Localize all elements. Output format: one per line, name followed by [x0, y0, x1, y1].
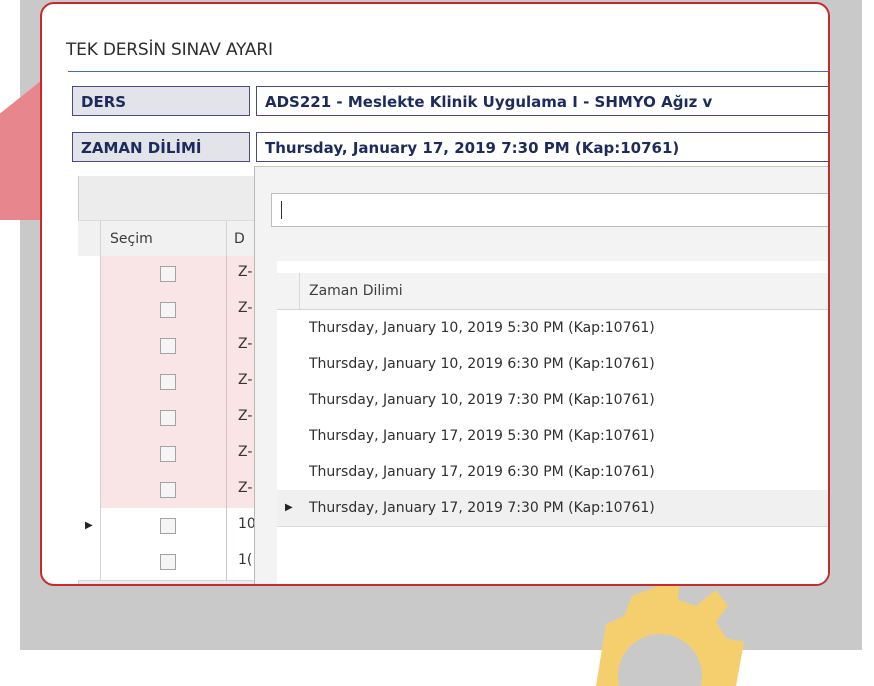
grid-row[interactable]: Z-: [78, 328, 254, 365]
grid-row[interactable]: Z-: [78, 436, 254, 473]
row-indicator: [78, 292, 101, 328]
time-slot-option[interactable]: Thursday, January 17, 2019 6:30 PM (Kap:…: [277, 454, 828, 491]
dialog-frame: TEK DERSİN SINAV AYARI DERS ADS221 - Mes…: [40, 2, 830, 586]
time-slot-label: Thursday, January 17, 2019 5:30 PM (Kap:…: [309, 428, 655, 444]
column-header-d[interactable]: D: [234, 231, 245, 247]
row-indicator: [78, 472, 101, 508]
list-header-indicator: [277, 273, 300, 309]
text-caret: [281, 201, 282, 219]
grid-row[interactable]: ▶ 10: [78, 508, 256, 545]
row-indicator: [78, 364, 101, 400]
grid-cell-d: Z-: [238, 336, 253, 352]
cell-divider: [226, 292, 227, 328]
time-slot-label: Thursday, January 17, 2019 7:30 PM (Kap:…: [309, 500, 655, 516]
zaman-dropdown[interactable]: Thursday, January 17, 2019 7:30 PM (Kap:…: [256, 132, 828, 162]
cell-divider: [226, 544, 227, 580]
grid-row[interactable]: Z-: [78, 472, 254, 509]
grid-cell-d: Z-: [238, 444, 253, 460]
selection-checkbox[interactable]: [160, 518, 176, 534]
row-indicator: [78, 436, 101, 472]
time-slot-option[interactable]: Thursday, January 10, 2019 5:30 PM (Kap:…: [277, 310, 828, 347]
row-indicator: ▶: [78, 508, 101, 544]
column-header-zaman-dilimi[interactable]: Zaman Dilimi: [309, 283, 403, 299]
cell-divider: [226, 328, 227, 364]
zaman-label: ZAMAN DİLİMİ: [72, 132, 250, 162]
row-indicator: [78, 328, 101, 364]
ders-value[interactable]: ADS221 - Meslekte Klinik Uygulama I - SH…: [256, 86, 828, 116]
cell-divider: [226, 364, 227, 400]
grid-cell-d: Z-: [238, 408, 253, 424]
ders-label: DERS: [72, 86, 250, 116]
grid-row[interactable]: Z-: [78, 256, 254, 293]
title-divider: [68, 71, 828, 72]
cell-divider: [226, 436, 227, 472]
grid-header-divider: [226, 221, 227, 257]
grid-header: Seçim D: [78, 220, 254, 258]
grid-row[interactable]: Z-: [78, 400, 254, 437]
row-indicator: [277, 454, 299, 490]
grid-cell-d: Z-: [238, 372, 253, 388]
selection-checkbox[interactable]: [160, 302, 176, 318]
time-slot-list: Zaman Dilimi Thursday, January 10, 2019 …: [277, 261, 828, 584]
selection-checkbox[interactable]: [160, 266, 176, 282]
row-indicator: [78, 544, 101, 580]
time-slot-option[interactable]: Thursday, January 10, 2019 7:30 PM (Kap:…: [277, 382, 828, 419]
time-slot-option[interactable]: Thursday, January 10, 2019 6:30 PM (Kap:…: [277, 346, 828, 383]
grid-row[interactable]: 1(: [78, 544, 254, 581]
selection-checkbox[interactable]: [160, 482, 176, 498]
cell-divider: [226, 400, 227, 436]
row-indicator: [277, 346, 299, 382]
selection-checkbox[interactable]: [160, 374, 176, 390]
time-slot-option[interactable]: Thursday, January 17, 2019 5:30 PM (Kap:…: [277, 418, 828, 455]
cell-divider: [226, 256, 227, 292]
row-pointer-icon: ▶: [285, 502, 293, 513]
time-slot-label: Thursday, January 10, 2019 5:30 PM (Kap:…: [309, 320, 655, 336]
column-header-selection[interactable]: Seçim: [110, 231, 153, 247]
row-indicator: ▶: [277, 490, 299, 526]
selection-checkbox[interactable]: [160, 338, 176, 354]
window-title: TEK DERSİN SINAV AYARI: [66, 40, 273, 60]
time-slot-label: Thursday, January 17, 2019 6:30 PM (Kap:…: [309, 464, 655, 480]
row-indicator: [78, 400, 101, 436]
row-indicator: [277, 310, 299, 346]
time-slot-dropdown-popup: Zaman Dilimi Thursday, January 10, 2019 …: [254, 166, 828, 584]
time-slot-option[interactable]: ▶ Thursday, January 17, 2019 7:30 PM (Kap…: [277, 490, 828, 527]
cell-divider: [226, 472, 227, 508]
time-slot-label: Thursday, January 10, 2019 6:30 PM (Kap:…: [309, 356, 655, 372]
time-slot-label: Thursday, January 10, 2019 7:30 PM (Kap:…: [309, 392, 655, 408]
selection-checkbox[interactable]: [160, 410, 176, 426]
grid-header-divider: [100, 221, 101, 257]
row-pointer-icon: ▶: [85, 520, 93, 531]
grid-row[interactable]: Z-: [78, 292, 254, 329]
time-slot-list-header: Zaman Dilimi: [277, 273, 828, 310]
cell-divider: [226, 508, 227, 544]
row-indicator: [277, 382, 299, 418]
selection-checkbox[interactable]: [160, 554, 176, 570]
popup-search-input[interactable]: [271, 193, 828, 227]
grid-cell-d: 1(: [238, 552, 253, 568]
grid-row[interactable]: Z-: [78, 364, 254, 401]
row-indicator: [277, 418, 299, 454]
grid-cell-d: Z-: [238, 300, 253, 316]
grid-cell-d: Z-: [238, 480, 253, 496]
selection-checkbox[interactable]: [160, 446, 176, 462]
row-indicator: [78, 256, 101, 292]
grid-cell-d: Z-: [238, 264, 253, 280]
